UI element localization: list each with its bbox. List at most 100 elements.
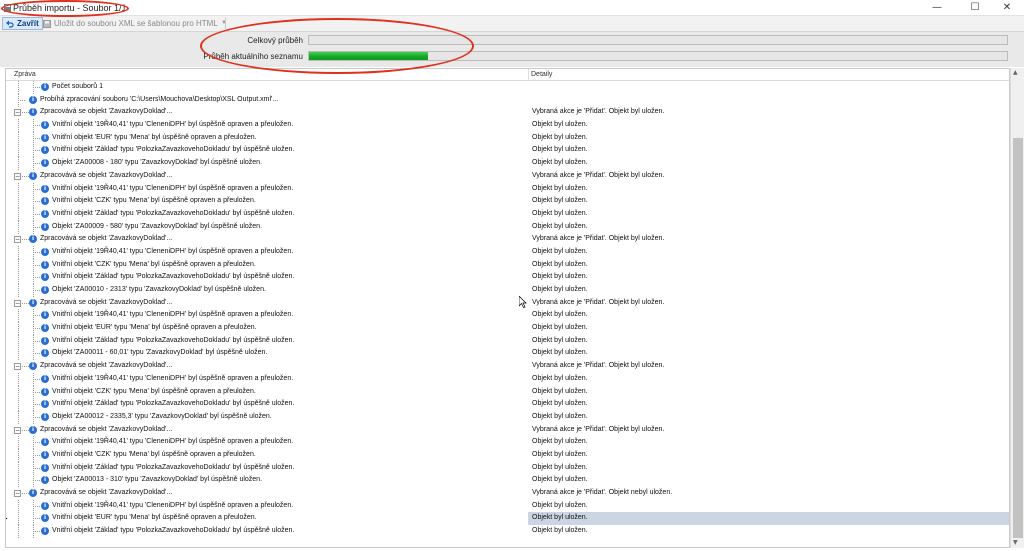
- app-icon: [4, 4, 11, 12]
- row-detail: Objekt byl uložen.: [532, 336, 588, 344]
- table-row[interactable]: i Vnitřní objekt 'CZK' typu 'Mena' byl ús…: [6, 195, 1009, 209]
- close-window-button[interactable]: ✕: [990, 0, 1024, 16]
- collapse-toggle-icon[interactable]: −: [14, 490, 21, 497]
- row-message: Objekt 'ZA00012 - 2335,3' typu 'Zavazkov…: [52, 412, 272, 420]
- row-message: Vnitřní objekt 'Základ' typu 'PolozkaZav…: [52, 336, 295, 344]
- collapse-toggle-icon[interactable]: −: [14, 109, 21, 117]
- table-row[interactable]: − i Zpracovává se objekt 'ZavazkovyDoklad'…: [6, 297, 1009, 310]
- scrollbar-thumb[interactable]: [1013, 138, 1023, 538]
- row-message: Vnitřní objekt 'EUR' typu 'Mena' byl úsp…: [52, 324, 257, 332]
- tree-connector: [18, 220, 19, 234]
- tree-connector: [33, 125, 40, 127]
- table-row[interactable]: i Vnitřní objekt '19Ř40,41' typu 'Cleneni…: [6, 245, 1009, 259]
- row-message: Vnitřní objekt 'Základ' typu 'PolozkaZav…: [52, 400, 295, 408]
- row-detail: Objekt byl uložen.: [532, 349, 588, 357]
- collapse-toggle-icon[interactable]: −: [14, 236, 21, 244]
- table-row[interactable]: i Objekt 'ZA00012 - 2335,3' typu 'Zavazko…: [6, 410, 1009, 424]
- undo-arrow-icon: [6, 20, 14, 28]
- table-row[interactable]: i Vnitřní objekt 'CZK' typu 'Mena' byl ús…: [6, 448, 1009, 462]
- table-row[interactable]: i Objekt 'ZA00011 - 60,01' typu 'Zavazkov…: [6, 347, 1009, 361]
- table-row[interactable]: ▶ iVnitřní objekt 'EUR' typu 'Mena' byl ú…: [6, 512, 1009, 526]
- column-header-details[interactable]: Detaily: [531, 71, 552, 78]
- table-row[interactable]: i Vnitřní objekt 'EUR' typu 'Mena' byl ús…: [6, 322, 1009, 336]
- table-row[interactable]: i Vnitřní objekt 'Základ' typu 'PolozkaZa…: [6, 525, 1009, 539]
- message-grid[interactable]: Zpráva Detaily i Počet souborů 1 i Probíhá …: [5, 68, 1010, 548]
- table-row[interactable]: i Vnitřní objekt '19Ř40,41' typu 'Cleneni…: [6, 309, 1009, 323]
- info-icon: i: [41, 83, 49, 91]
- table-row[interactable]: − i Zpracovává se objekt 'ZavazkovyDoklad'…: [6, 233, 1009, 246]
- table-row[interactable]: − i Zpracovává se objekt 'ZavazkovyDoklad'…: [6, 170, 1009, 183]
- collapse-toggle-icon[interactable]: −: [14, 363, 21, 371]
- table-row[interactable]: i Vnitřní objekt 'Základ' typu 'PolozkaZa…: [6, 398, 1009, 412]
- info-icon: i: [41, 247, 49, 256]
- row-detail: Objekt byl uložen.: [532, 146, 588, 154]
- table-row[interactable]: i Vnitřní objekt '19Ř40,41' typu 'Cleneni…: [6, 119, 1009, 133]
- row-detail: Objekt byl uložen.: [532, 387, 588, 395]
- maximize-button[interactable]: ☐: [958, 0, 992, 16]
- row-message: Zpracovává se objekt 'ZavazkovyDoklad'..…: [40, 425, 173, 433]
- column-separator[interactable]: [528, 69, 529, 81]
- table-row[interactable]: i Objekt 'ZA00009 - 580' typu 'ZavazkovyD…: [6, 220, 1009, 234]
- tree-connector: [33, 467, 40, 469]
- table-row[interactable]: i Probíhá zpracování souboru 'C:\Users\Mo…: [6, 93, 1009, 107]
- row-message: Zpracovává se objekt 'ZavazkovyDoklad'..…: [40, 362, 173, 370]
- tree-connector: [22, 302, 29, 304]
- close-button[interactable]: Zavřít: [2, 17, 43, 30]
- table-row[interactable]: i Vnitřní objekt 'CZK' typu 'Mena' byl ús…: [6, 258, 1009, 272]
- table-row[interactable]: i Vnitřní objekt 'CZK' typu 'Mena' byl ús…: [6, 385, 1009, 399]
- table-row[interactable]: − i Zpracovává se objekt 'ZavazkovyDoklad'…: [6, 106, 1009, 119]
- table-row[interactable]: i Vnitřní objekt 'EUR' typu 'Mena' byl ús…: [6, 131, 1009, 145]
- table-row[interactable]: i Vnitřní objekt '19Ř40,41' typu 'Cleneni…: [6, 499, 1009, 513]
- table-row[interactable]: i Vnitřní objekt 'Základ' typu 'PolozkaZa…: [6, 334, 1009, 348]
- tree-connector: [33, 442, 40, 444]
- table-row[interactable]: i Objekt 'ZA00010 - 2313' typu 'Zavazkovy…: [6, 284, 1009, 297]
- tree-connector: [18, 398, 19, 412]
- row-message: Vnitřní objekt 'Základ' typu 'PolozkaZav…: [52, 463, 295, 471]
- vertical-scrollbar[interactable]: ▲ ▼: [1010, 68, 1024, 548]
- info-icon: i: [41, 159, 49, 168]
- table-row[interactable]: − i Zpracovává se objekt 'ZavazkovyDoklad'…: [6, 424, 1009, 437]
- dropdown-arrow-icon[interactable]: ▼: [221, 20, 227, 26]
- table-row[interactable]: − i Zpracovává se objekt 'ZavazkovyDoklad'…: [6, 487, 1009, 500]
- table-row[interactable]: i Objekt 'ZA00008 - 180' typu 'ZavazkovyD…: [6, 157, 1009, 171]
- mouse-cursor-icon: [519, 296, 527, 308]
- tree-connector: [33, 163, 40, 165]
- collapse-toggle-icon[interactable]: −: [14, 299, 21, 307]
- tree-connector: [33, 277, 40, 279]
- info-icon: i: [41, 527, 49, 536]
- tree-connector: [22, 366, 29, 368]
- save-xml-button[interactable]: Uložit do souboru XML se šablonou pro HT…: [40, 17, 221, 30]
- row-detail: Objekt byl uložen.: [532, 247, 588, 255]
- scroll-up-icon[interactable]: ▲: [1013, 69, 1018, 76]
- info-icon: i: [41, 222, 49, 231]
- info-icon: i: [41, 501, 49, 510]
- table-row[interactable]: i Vnitřní objekt '19Ř40,41' typu 'Cleneni…: [6, 436, 1009, 450]
- row-detail: Objekt byl uložen.: [532, 159, 588, 167]
- table-row[interactable]: i Vnitřní objekt '19Ř40,41' typu 'Cleneni…: [6, 372, 1009, 386]
- table-row[interactable]: i Vnitřní objekt 'Základ' typu 'PolozkaZa…: [6, 461, 1009, 475]
- table-row[interactable]: i Vnitřní objekt 'Základ' typu 'PolozkaZa…: [6, 144, 1009, 158]
- column-header-message[interactable]: Zpráva: [14, 71, 36, 78]
- table-row[interactable]: i Počet souborů 1: [6, 81, 1009, 94]
- window-title: Průběh importu - Soubor 1/1: [13, 3, 127, 13]
- table-row[interactable]: i Objekt 'ZA00013 - 310' typu 'ZavazkovyD…: [6, 474, 1009, 488]
- row-detail: Vybraná akce je 'Přidat'. Objekt byl ulo…: [532, 171, 665, 179]
- info-icon: i: [29, 489, 37, 497]
- tree-connector: [18, 207, 19, 221]
- table-row[interactable]: i Vnitřní objekt 'Základ' typu 'PolozkaZa…: [6, 271, 1009, 285]
- tree-connector: [33, 251, 40, 253]
- row-detail: Objekt byl uložen.: [532, 463, 588, 471]
- collapse-toggle-icon[interactable]: −: [14, 426, 21, 434]
- table-row[interactable]: i Vnitřní objekt '19Ř40,41' typu 'Cleneni…: [6, 182, 1009, 196]
- collapse-toggle-icon[interactable]: −: [14, 172, 21, 180]
- row-message: Zpracovává se objekt 'ZavazkovyDoklad'..…: [40, 235, 173, 243]
- tree-connector: [18, 499, 19, 513]
- table-row[interactable]: − i Zpracovává se objekt 'ZavazkovyDoklad'…: [6, 360, 1009, 373]
- scroll-down-icon[interactable]: ▼: [1013, 539, 1018, 546]
- table-row[interactable]: i Vnitřní objekt 'Základ' typu 'PolozkaZa…: [6, 207, 1009, 221]
- tree-connector: [18, 347, 19, 361]
- grid-rows: i Počet souborů 1 i Probíhá zpracování soub…: [6, 81, 1009, 539]
- grid-header: Zpráva Detaily: [6, 69, 1009, 81]
- minimize-button[interactable]: —: [920, 0, 954, 16]
- info-icon: i: [41, 197, 49, 206]
